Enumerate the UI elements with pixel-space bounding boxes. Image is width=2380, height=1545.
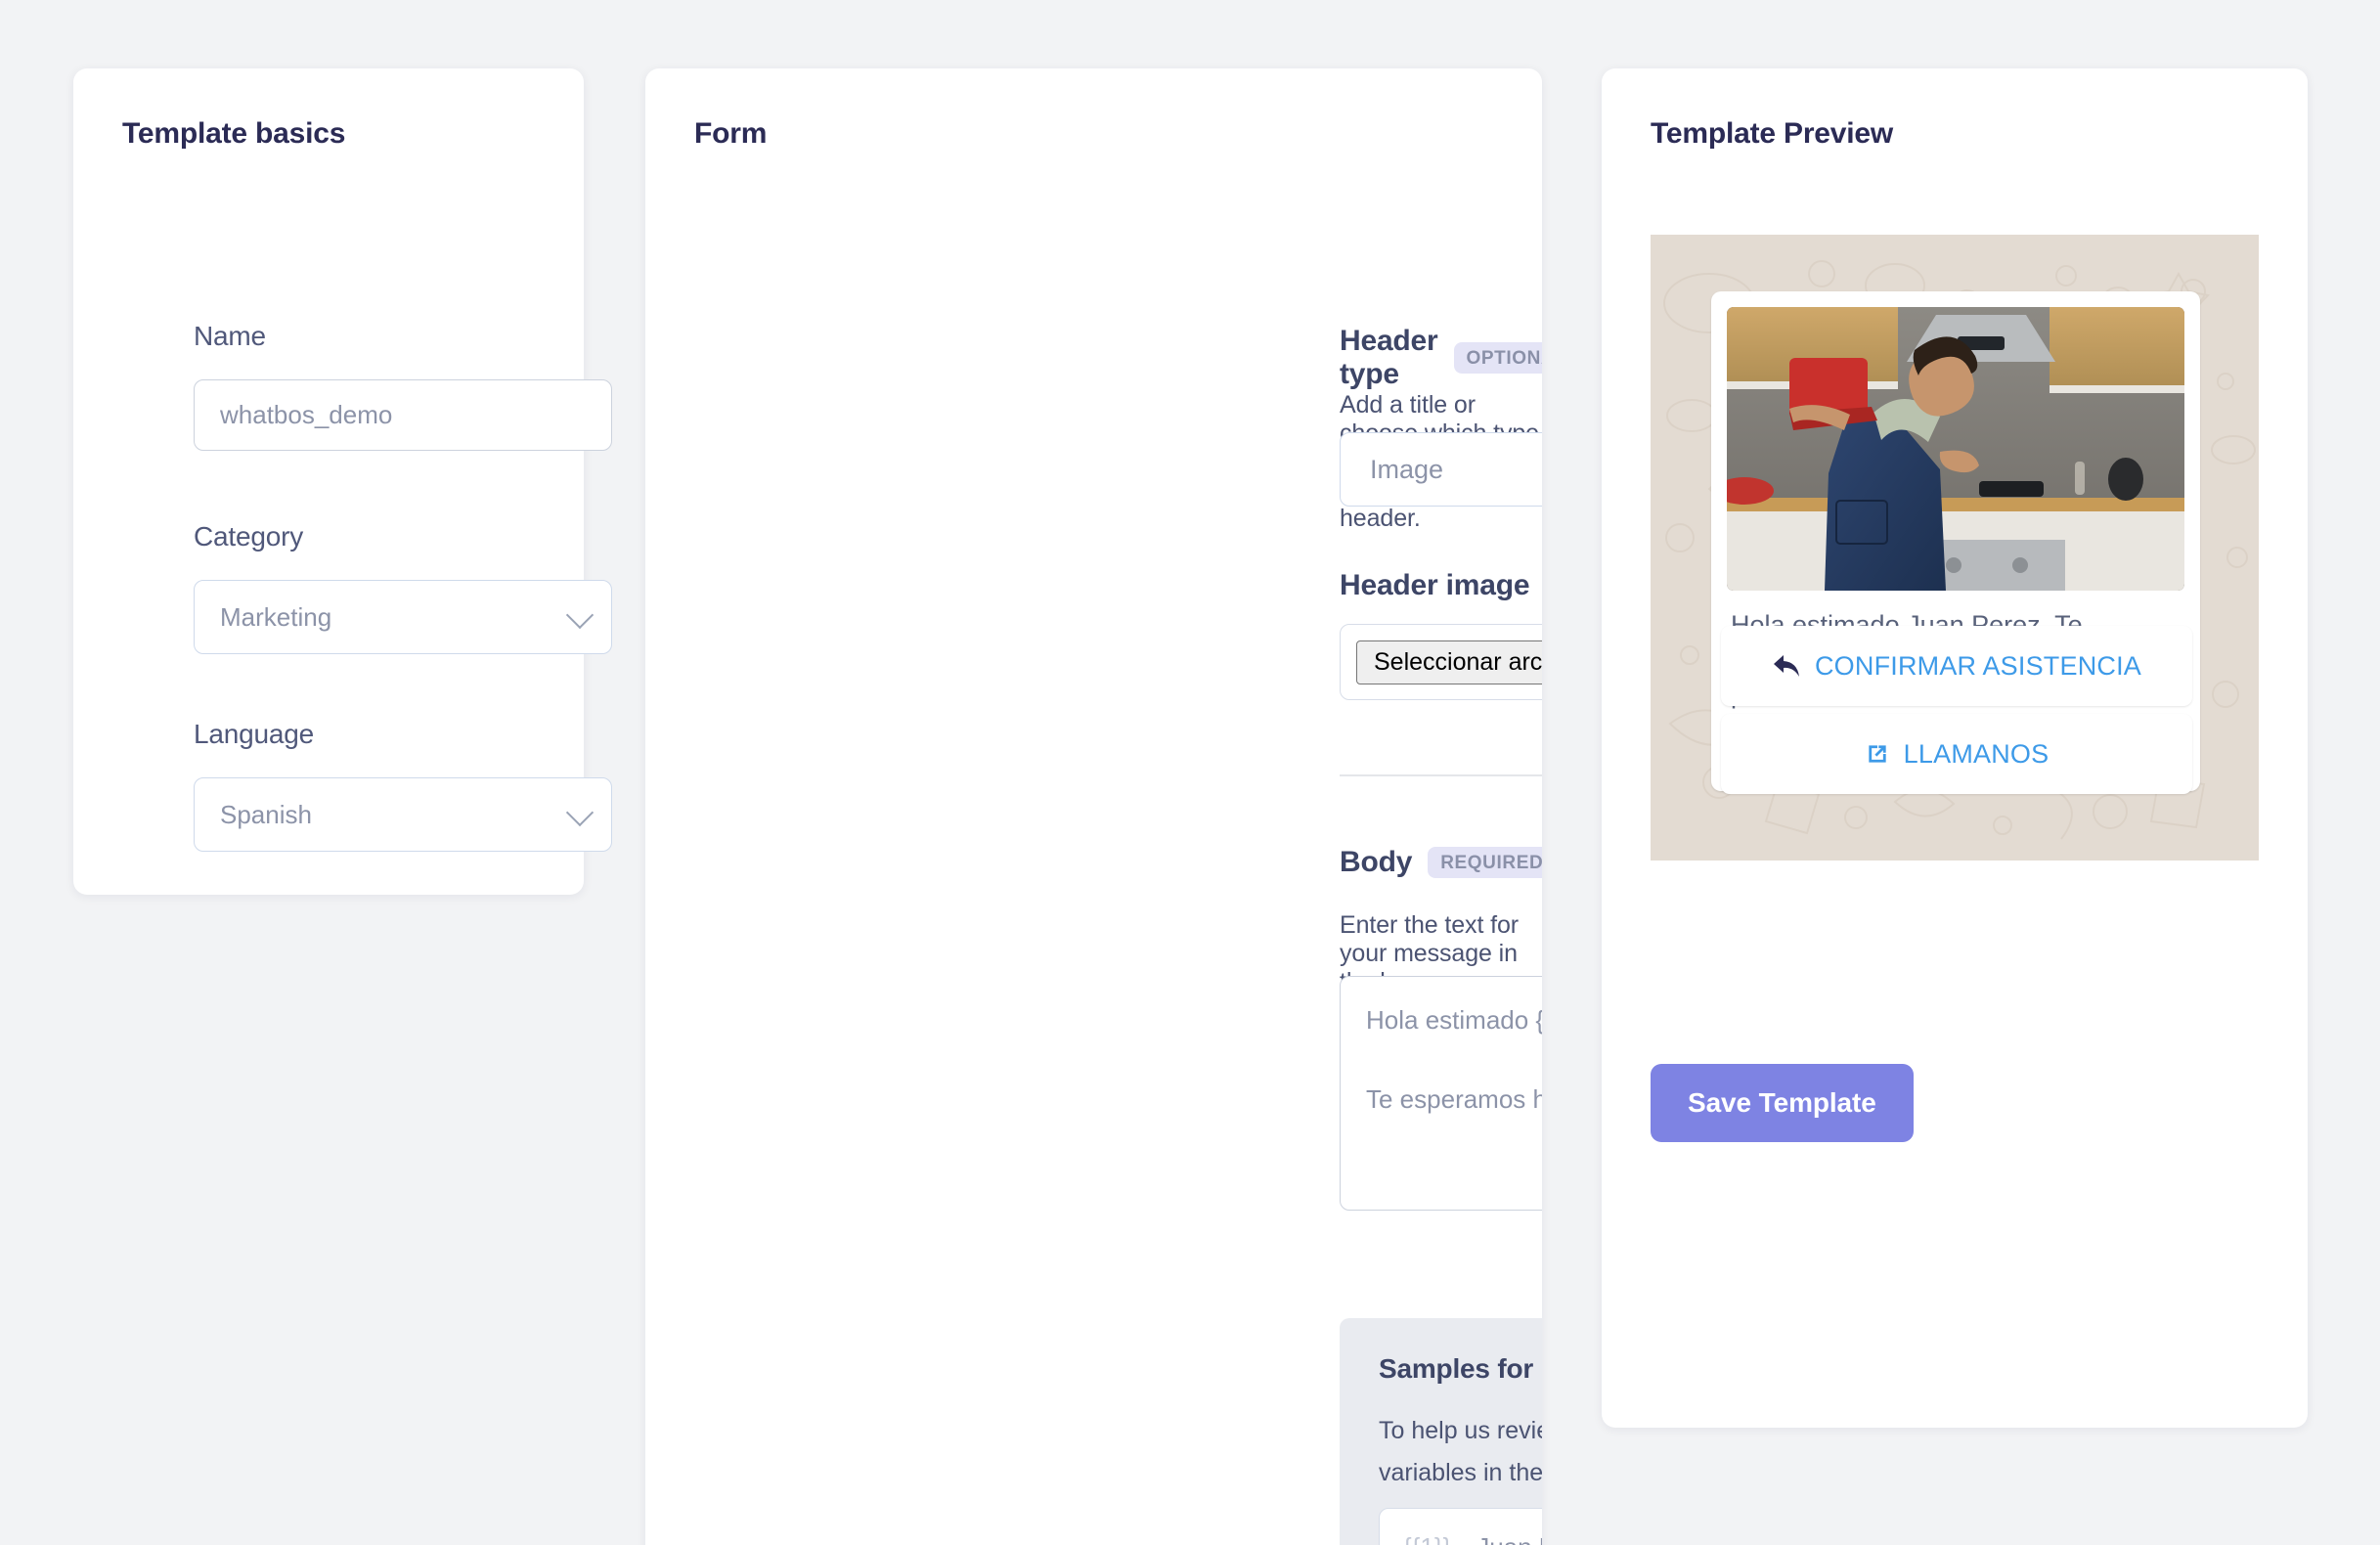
header-type-label: Header type — [1340, 325, 1438, 390]
external-link-icon — [1869, 745, 1886, 763]
language-select-value: Spanish — [220, 799, 312, 829]
name-label: Name — [194, 321, 266, 351]
reply-arrow-icon — [1773, 655, 1799, 677]
header-type-heading: Header type OPTIONAL — [1340, 325, 1542, 391]
name-input[interactable]: whatbos_demo — [194, 379, 612, 451]
body-format-toolbar: B I < > Add variable — [1340, 1238, 1542, 1297]
save-template-button[interactable]: Save Template — [1651, 1064, 1914, 1142]
name-input-value: whatbos_demo — [220, 400, 393, 429]
header-type-value: Image — [1370, 454, 1444, 484]
category-select[interactable]: Marketing — [194, 580, 612, 654]
body-heading: Body REQUIRED — [1340, 846, 1542, 879]
sample-variable-input[interactable]: {{1}} Juan Perez — [1379, 1508, 1542, 1545]
section-divider — [1340, 774, 1542, 776]
samples-title: Samples for body content — [1379, 1353, 1542, 1384]
samples-panel: Samples for body content To help us revi… — [1340, 1318, 1542, 1545]
body-textarea[interactable]: Hola estimado {{1}}. Te esperamos hoy en… — [1340, 976, 1542, 1211]
preview-button-llamanos[interactable]: LLAMANOS — [1721, 714, 2192, 794]
sample-variable-token: {{1}} — [1403, 1532, 1451, 1545]
preview-button-label: CONFIRMAR ASISTENCIA — [1814, 650, 2142, 681]
template-basics-title: Template basics — [122, 117, 346, 150]
header-image-label: Header image — [1340, 569, 1530, 601]
form-title: Form — [694, 117, 768, 150]
header-image-preview — [1727, 307, 2184, 591]
samples-help: To help us review your content, provide … — [1379, 1417, 1542, 1486]
form-card: Form Header type OPTIONAL Add a title or… — [645, 68, 1542, 1545]
preview-button-label: LLAMANOS — [1903, 738, 2049, 769]
category-label: Category — [194, 521, 304, 552]
header-image-file-input[interactable]: Seleccionar archivo Whatbox cloud In...s… — [1340, 624, 1542, 700]
optional-badge: OPTIONAL — [1453, 342, 1542, 374]
whatsapp-preview-stage: Hola estimado Juan Perez. Te esperamos h… — [1651, 235, 2259, 861]
sample-variable-value: Juan Perez — [1476, 1532, 1542, 1545]
required-badge: REQUIRED — [1428, 847, 1542, 878]
header-type-select[interactable]: Image — [1340, 432, 1542, 507]
language-select[interactable]: Spanish — [194, 777, 612, 852]
category-select-value: Marketing — [220, 601, 332, 632]
template-preview-title: Template Preview — [1651, 117, 1894, 150]
template-preview-card: Template Preview Hola estimado Juan Pere… — [1602, 68, 2308, 1428]
body-label: Body — [1340, 846, 1413, 878]
preview-button-confirmar-asistencia[interactable]: CONFIRMAR ASISTENCIA — [1721, 626, 2192, 706]
language-label: Language — [194, 719, 314, 749]
chevron-down-icon — [565, 600, 595, 630]
template-basics-card: Template basics Name whatbos_demo Catego… — [73, 68, 612, 895]
chevron-down-icon — [565, 798, 595, 827]
select-file-button[interactable]: Seleccionar archivo — [1356, 640, 1542, 684]
header-image-heading: Header image — [1340, 569, 1530, 602]
template-builder-page: Template basics Name whatbos_demo Catego… — [0, 0, 2380, 1545]
